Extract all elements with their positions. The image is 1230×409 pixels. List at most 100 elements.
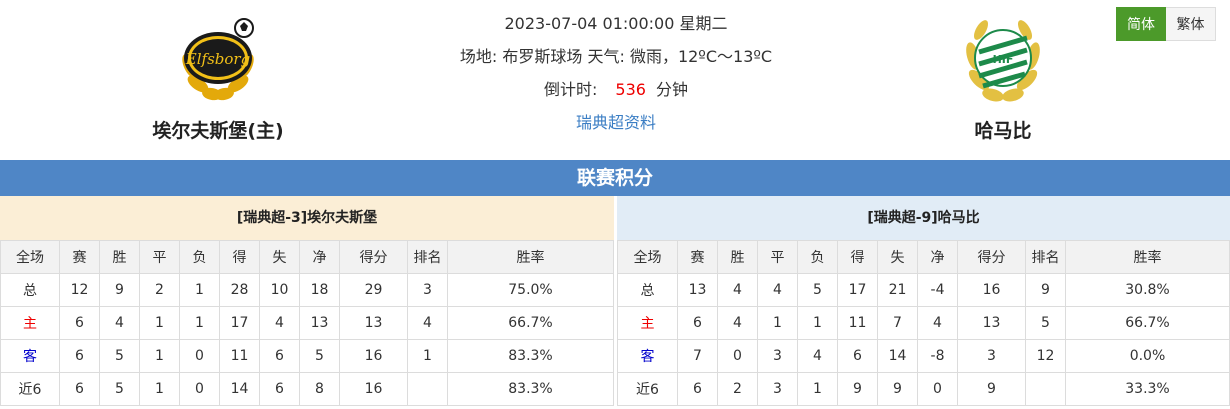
- column-header: 失: [259, 240, 300, 274]
- table-cell: 6: [59, 306, 100, 340]
- table-row: 主 6 4 1 1 17 4 13 13 4 66.7%: [0, 306, 614, 340]
- table-cell: 12: [1025, 339, 1066, 373]
- match-header: Elfsborg 埃尔夫斯堡(主) 2023-07-04 01:00:00 星期…: [0, 0, 1230, 160]
- row-label-cell: 客: [0, 339, 60, 373]
- table-row: 总 13 4 4 5 17 21 -4 16 9 30.8%: [617, 273, 1230, 307]
- table-cell: 30.8%: [1065, 273, 1230, 307]
- table-cell: 9: [957, 372, 1026, 406]
- table-cell: 1: [139, 339, 180, 373]
- column-header: 负: [179, 240, 220, 274]
- table-cell: 1: [139, 372, 180, 406]
- table-cell: 1: [407, 339, 448, 373]
- table-cell: 13: [957, 306, 1026, 340]
- home-standings-title: [瑞典超-3]埃尔夫斯堡: [0, 196, 614, 240]
- row-label-cell: 近6: [0, 372, 60, 406]
- table-cell: 66.7%: [1065, 306, 1230, 340]
- table-cell: 1: [139, 306, 180, 340]
- table-cell: 6: [59, 372, 100, 406]
- match-datetime: 2023-07-04 01:00:00 星期二: [504, 14, 728, 33]
- table-cell: 10: [259, 273, 300, 307]
- simplified-chinese-button[interactable]: 简体: [1116, 7, 1166, 41]
- table-cell: [1025, 372, 1066, 406]
- table-cell: 11: [837, 306, 878, 340]
- table-cell: 1: [757, 306, 798, 340]
- table-cell: 6: [677, 306, 718, 340]
- table-cell: 5: [99, 372, 140, 406]
- away-standings-header-row: 全场 赛 胜 平 负 得 失 净 得分 排名 胜率: [617, 240, 1230, 274]
- table-cell: 1: [797, 306, 838, 340]
- match-venue-weather: 场地: 布罗斯球场 天气: 微雨，12ºC～13ºC: [459, 47, 773, 66]
- row-label-cell: 主: [0, 306, 60, 340]
- table-row: 总 12 9 2 1 28 10 18 29 3 75.0%: [0, 273, 614, 307]
- table-cell: 21: [877, 273, 918, 307]
- table-cell: [407, 372, 448, 406]
- column-header: 胜: [717, 240, 758, 274]
- table-cell: -8: [917, 339, 958, 373]
- table-cell: 14: [877, 339, 918, 373]
- table-cell: 8: [299, 372, 340, 406]
- table-cell: 6: [837, 339, 878, 373]
- table-cell: 9: [877, 372, 918, 406]
- match-info: 2023-07-04 01:00:00 星期二 场地: 布罗斯球场 天气: 微雨…: [416, 10, 816, 142]
- column-header: 赛: [677, 240, 718, 274]
- away-standings-title: [瑞典超-9]哈马比: [617, 196, 1230, 240]
- home-standings-header-row: 全场 赛 胜 平 负 得 失 净 得分 排名 胜率: [0, 240, 614, 274]
- column-header: 赛: [59, 240, 100, 274]
- table-row: 近6 6 2 3 1 9 9 0 9 33.3%: [617, 372, 1230, 406]
- row-label-cell: 客: [617, 339, 678, 373]
- home-team-name: 埃尔夫斯堡(主): [152, 120, 284, 142]
- table-cell: 6: [59, 339, 100, 373]
- table-cell: 5: [1025, 306, 1066, 340]
- table-cell: 16: [339, 339, 408, 373]
- table-cell: 0.0%: [1065, 339, 1230, 373]
- column-header: 净: [299, 240, 340, 274]
- table-cell: 2: [717, 372, 758, 406]
- table-cell: 9: [1025, 273, 1066, 307]
- table-cell: 1: [797, 372, 838, 406]
- table-cell: 2: [139, 273, 180, 307]
- table-cell: 13: [677, 273, 718, 307]
- column-header: 净: [917, 240, 958, 274]
- elfsborg-crest-icon: Elfsborg: [168, 8, 268, 108]
- traditional-chinese-button[interactable]: 繁体: [1166, 7, 1216, 41]
- table-row: 客 6 5 1 0 11 6 5 16 1 83.3%: [0, 339, 614, 373]
- table-cell: 0: [717, 339, 758, 373]
- row-label-cell: 总: [617, 273, 678, 307]
- table-cell: -4: [917, 273, 958, 307]
- column-header: 全场: [617, 240, 678, 274]
- league-info-link[interactable]: 瑞典超资料: [576, 113, 656, 132]
- countdown-label: 倒计时:: [544, 80, 598, 99]
- table-cell: 4: [259, 306, 300, 340]
- table-cell: 3: [757, 339, 798, 373]
- column-header: 得: [219, 240, 260, 274]
- table-cell: 17: [837, 273, 878, 307]
- table-cell: 1: [179, 273, 220, 307]
- table-cell: 7: [677, 339, 718, 373]
- away-standings-body: 总 13 4 4 5 17 21 -4 16 9 30.8% 主 6 4 1 1 11 7 4 13 5 66.7% 客 7 0…: [617, 273, 1230, 406]
- table-cell: 1: [179, 306, 220, 340]
- svg-text:Elfsborg: Elfsborg: [185, 50, 250, 68]
- countdown-value: 536: [615, 80, 646, 99]
- away-team[interactable]: HIF 哈马比: [903, 8, 1103, 143]
- table-cell: 11: [219, 339, 260, 373]
- home-standings-table: 全场 赛 胜 平 负 得 失 净 得分 排名 胜率 总 12 9 2 1 28 10 18 29…: [0, 240, 614, 406]
- table-cell: 5: [99, 339, 140, 373]
- table-cell: 18: [299, 273, 340, 307]
- table-cell: 17: [219, 306, 260, 340]
- table-cell: 29: [339, 273, 408, 307]
- column-header: 胜率: [1065, 240, 1230, 274]
- table-cell: 0: [917, 372, 958, 406]
- table-cell: 66.7%: [447, 306, 614, 340]
- row-label-cell: 主: [617, 306, 678, 340]
- column-header: 排名: [407, 240, 448, 274]
- table-cell: 4: [757, 273, 798, 307]
- table-cell: 16: [957, 273, 1026, 307]
- table-cell: 6: [677, 372, 718, 406]
- countdown-unit: 分钟: [655, 80, 688, 99]
- table-cell: 4: [917, 306, 958, 340]
- row-label-cell: 近6: [617, 372, 678, 406]
- home-standings-panel: [瑞典超-3]埃尔夫斯堡 全场 赛 胜 平 负 得 失 净 得分 排名 胜率 总…: [0, 196, 614, 409]
- table-cell: 75.0%: [447, 273, 614, 307]
- table-cell: 9: [837, 372, 878, 406]
- home-team[interactable]: Elfsborg 埃尔夫斯堡(主): [118, 8, 318, 143]
